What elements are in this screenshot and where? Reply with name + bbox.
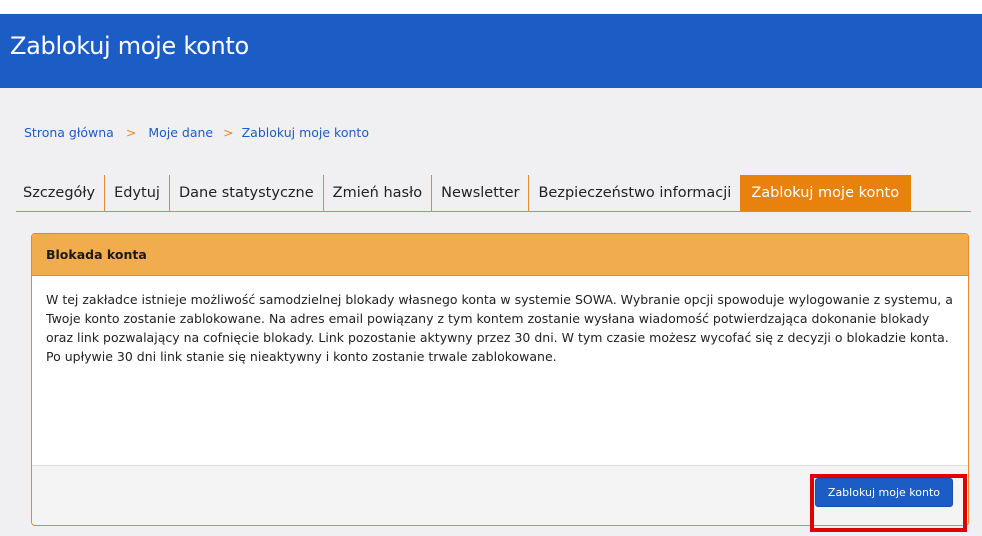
- breadcrumb-current: Zablokuj moje konto: [241, 125, 369, 140]
- panel-title: Blokada konta: [46, 247, 147, 262]
- content-area: Strona główna > Moje dane > Zablokuj moj…: [0, 88, 982, 536]
- panel-heading: Blokada konta: [32, 234, 968, 276]
- breadcrumb: Strona główna > Moje dane > Zablokuj moj…: [24, 125, 369, 140]
- page-header: Zablokuj moje konto: [0, 14, 982, 88]
- tab-statistics[interactable]: Dane statystyczne: [168, 175, 323, 211]
- panel-body: W tej zakładce istnieje możliwość samodz…: [32, 276, 968, 466]
- tab-divider: [16, 211, 971, 212]
- breadcrumb-link-my-data[interactable]: Moje dane: [148, 125, 213, 140]
- panel-description: W tej zakładce istnieje możliwość samodz…: [46, 292, 953, 364]
- breadcrumb-link-home[interactable]: Strona główna: [24, 125, 114, 140]
- tab-information-security[interactable]: Bezpieczeństwo informacji: [528, 175, 740, 211]
- block-account-button[interactable]: Zablokuj moje konto: [814, 478, 953, 507]
- tab-change-password[interactable]: Zmień hasło: [322, 175, 431, 211]
- breadcrumb-separator: >: [223, 125, 234, 140]
- tab-bar: Szczegóły Edytuj Dane statystyczne Zmień…: [16, 175, 912, 211]
- panel-footer: Zablokuj moje konto: [32, 465, 968, 525]
- tab-edit[interactable]: Edytuj: [104, 175, 169, 211]
- tab-newsletter[interactable]: Newsletter: [431, 175, 528, 211]
- breadcrumb-separator: >: [125, 125, 137, 140]
- page-title: Zablokuj moje konto: [10, 32, 249, 60]
- tab-block-account[interactable]: Zablokuj moje konto: [740, 175, 912, 211]
- page: Zablokuj moje konto Strona główna > Moje…: [0, 0, 982, 536]
- block-account-panel: Blokada konta W tej zakładce istnieje mo…: [31, 233, 969, 526]
- tab-details[interactable]: Szczegóły: [16, 175, 104, 211]
